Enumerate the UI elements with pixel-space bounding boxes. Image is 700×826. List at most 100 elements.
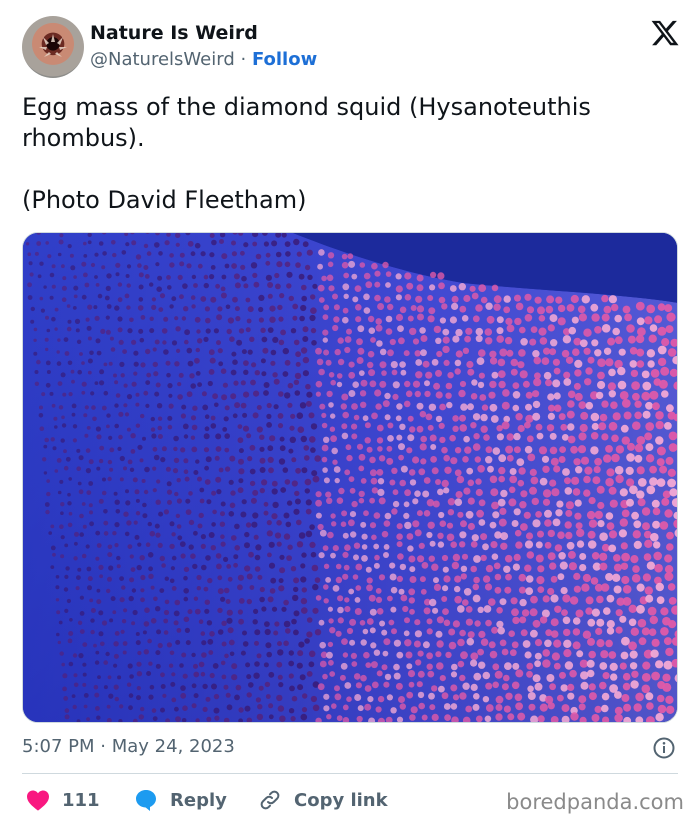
timestamp-separator: · <box>100 736 106 757</box>
egg-dot <box>177 274 183 280</box>
egg-dot <box>63 587 69 592</box>
egg-dot <box>53 416 58 421</box>
tweet-time: 5:07 PM <box>22 736 95 757</box>
egg-dot <box>112 531 117 536</box>
egg-dot <box>117 297 123 303</box>
egg-dot <box>436 616 444 624</box>
egg-dot <box>608 295 618 304</box>
egg-dot <box>513 553 521 561</box>
egg-dot <box>323 304 330 311</box>
egg-dot <box>222 427 228 432</box>
egg-dot <box>446 533 455 542</box>
egg-dot <box>232 296 238 303</box>
like-button[interactable]: 111 <box>26 786 100 814</box>
copy-link-button[interactable]: Copy link <box>258 786 388 814</box>
egg-dot <box>263 501 269 507</box>
egg-dot <box>351 273 358 280</box>
x-logo-icon[interactable] <box>650 18 680 48</box>
egg-dot <box>336 373 343 379</box>
egg-dot <box>315 512 322 519</box>
tweet-timestamp[interactable]: 5:07 PM · May 24, 2023 <box>22 736 235 757</box>
egg-dot <box>309 541 316 548</box>
egg-dot <box>183 566 190 573</box>
egg-dot <box>393 672 401 680</box>
egg-dot <box>414 350 421 357</box>
egg-dot <box>584 466 593 475</box>
author-name[interactable]: Nature Is Weird <box>90 22 258 44</box>
egg-dot <box>179 261 185 267</box>
egg-dot <box>377 488 385 496</box>
egg-dot <box>500 542 508 550</box>
egg-dot <box>135 640 141 646</box>
egg-dot <box>34 381 40 386</box>
egg-dot <box>203 447 210 453</box>
egg-dot <box>385 328 393 335</box>
avatar[interactable] <box>22 16 84 78</box>
egg-dot <box>619 518 628 527</box>
egg-dot <box>645 401 653 410</box>
egg-dot <box>217 348 223 354</box>
egg-dot <box>396 651 404 659</box>
egg-dot <box>121 619 127 624</box>
egg-dot <box>458 283 466 291</box>
egg-dot <box>297 684 304 691</box>
egg-dot <box>441 446 448 454</box>
egg-dot <box>268 467 274 474</box>
egg-dot <box>45 509 50 515</box>
egg-dot <box>471 292 479 300</box>
egg-dot <box>238 718 243 722</box>
info-icon[interactable] <box>652 736 676 760</box>
egg-dot <box>171 672 176 677</box>
egg-dot <box>489 403 498 412</box>
egg-dot <box>480 296 488 304</box>
egg-dot <box>69 253 74 258</box>
egg-dot <box>310 327 317 334</box>
author-handle[interactable]: @NaturelsWeird <box>90 49 235 70</box>
egg-dot <box>55 598 60 602</box>
egg-dot <box>89 510 93 515</box>
egg-dot <box>341 432 349 440</box>
egg-dot <box>228 639 235 646</box>
egg-dot <box>450 671 458 678</box>
tweet-photo[interactable] <box>22 232 678 723</box>
egg-dot <box>437 541 445 548</box>
egg-dot <box>470 683 478 691</box>
egg-dot <box>635 301 645 311</box>
egg-dot <box>244 705 251 712</box>
egg-dot <box>447 372 454 379</box>
egg-dot <box>485 302 493 310</box>
egg-dot <box>201 652 207 658</box>
egg-dot <box>577 445 587 454</box>
egg-dot <box>416 681 423 688</box>
egg-dot <box>254 640 259 646</box>
egg-dot <box>652 507 661 516</box>
egg-dot <box>165 466 171 472</box>
egg-dot <box>196 586 201 591</box>
tweet-header: Nature Is Weird @NaturelsWeird · Follow <box>22 16 682 78</box>
egg-dot <box>417 650 424 657</box>
egg-dot <box>87 576 93 582</box>
egg-dot <box>620 651 629 660</box>
egg-dot <box>446 401 453 409</box>
egg-dot <box>448 628 456 636</box>
egg-dot <box>441 479 449 488</box>
egg-dot <box>103 685 108 690</box>
egg-dot <box>646 485 656 495</box>
egg-dot <box>151 304 157 310</box>
egg-dot <box>460 651 468 660</box>
egg-dot <box>177 535 183 541</box>
egg-dot <box>553 367 561 375</box>
egg-dot <box>199 487 205 493</box>
follow-button[interactable]: Follow <box>252 49 317 70</box>
reply-button[interactable]: Reply <box>134 786 227 814</box>
egg-dot <box>504 662 512 670</box>
egg-dot <box>408 469 416 476</box>
egg-dot <box>588 650 596 659</box>
egg-dot <box>373 512 381 519</box>
egg-dot <box>396 575 403 582</box>
egg-dot <box>252 489 259 496</box>
egg-dot <box>279 554 285 560</box>
egg-dot <box>180 553 186 559</box>
egg-dot <box>220 511 225 517</box>
egg-dot <box>485 337 493 345</box>
